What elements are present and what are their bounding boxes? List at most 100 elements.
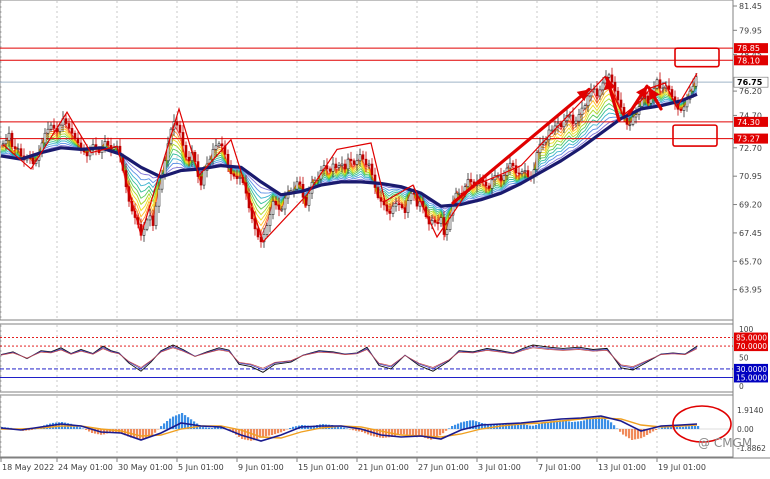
candle-body[interactable] xyxy=(535,152,539,170)
candle-body[interactable] xyxy=(511,162,515,166)
candle-body[interactable] xyxy=(145,219,149,230)
candle-body[interactable] xyxy=(691,85,695,92)
candle-body[interactable] xyxy=(187,156,191,162)
candle-body[interactable] xyxy=(343,163,347,170)
candle-body[interactable] xyxy=(43,132,47,144)
candle-body[interactable] xyxy=(586,95,590,106)
candle-body[interactable] xyxy=(517,172,521,175)
candle-body[interactable] xyxy=(352,160,356,165)
candle-body[interactable] xyxy=(328,168,332,172)
candle-body[interactable] xyxy=(502,175,506,181)
candle-body[interactable] xyxy=(157,188,161,207)
candle-body[interactable] xyxy=(175,121,179,126)
candle-body[interactable] xyxy=(574,120,578,124)
candle-body[interactable] xyxy=(394,203,398,207)
candle-body[interactable] xyxy=(331,163,335,172)
candle-body[interactable] xyxy=(7,132,11,141)
candle-body[interactable] xyxy=(370,163,374,176)
candle-body[interactable] xyxy=(151,215,155,226)
candle-body[interactable] xyxy=(433,220,437,223)
candle-body[interactable] xyxy=(103,141,107,148)
candle-body[interactable] xyxy=(337,165,341,168)
candle-body[interactable] xyxy=(13,146,17,149)
candle-body[interactable] xyxy=(361,154,365,160)
candle-body[interactable] xyxy=(661,87,665,90)
candle-body[interactable] xyxy=(235,175,239,179)
candle-body[interactable] xyxy=(52,124,56,129)
candle-body[interactable] xyxy=(628,124,632,126)
candle-body[interactable] xyxy=(610,74,614,83)
candle-body[interactable] xyxy=(304,196,308,206)
candle-body[interactable] xyxy=(265,225,269,235)
chart-canvas[interactable]: 81.4579.9578.4576.2074.7073.2072.7070.95… xyxy=(0,0,770,475)
candle-body[interactable] xyxy=(682,106,686,111)
candle-body[interactable] xyxy=(307,192,311,206)
candle-body[interactable] xyxy=(79,142,83,149)
candle-body[interactable] xyxy=(229,167,233,175)
candle-body[interactable] xyxy=(598,89,602,97)
candle-body[interactable] xyxy=(526,170,530,177)
candle-body[interactable] xyxy=(391,205,395,214)
candle-body[interactable] xyxy=(619,99,623,108)
candle-body[interactable] xyxy=(163,160,167,175)
candle-body[interactable] xyxy=(550,129,554,132)
candle-body[interactable] xyxy=(73,132,77,139)
candle-body[interactable] xyxy=(514,165,518,174)
candle-body[interactable] xyxy=(655,79,659,89)
candle-body[interactable] xyxy=(154,205,158,226)
candle-body[interactable] xyxy=(112,147,116,150)
candle-body[interactable] xyxy=(403,207,407,213)
candle-body[interactable] xyxy=(202,170,206,186)
candle-body[interactable] xyxy=(346,158,350,170)
candle-body[interactable] xyxy=(487,185,491,189)
candle-body[interactable] xyxy=(178,124,182,133)
macd-panel[interactable] xyxy=(0,394,734,458)
candle-body[interactable] xyxy=(58,124,62,132)
candle-body[interactable] xyxy=(214,145,218,150)
candle-body[interactable] xyxy=(508,162,512,169)
candle-body[interactable] xyxy=(439,217,443,224)
candle-body[interactable] xyxy=(523,170,527,173)
candle-body[interactable] xyxy=(46,128,50,134)
candle-body[interactable] xyxy=(367,163,371,166)
candle-body[interactable] xyxy=(406,200,410,213)
candle-body[interactable] xyxy=(457,192,461,195)
candle-body[interactable] xyxy=(580,107,584,115)
candle-body[interactable] xyxy=(520,171,524,175)
candle-body[interactable] xyxy=(577,114,581,122)
candle-body[interactable] xyxy=(568,114,572,117)
candle-body[interactable] xyxy=(19,148,23,157)
candle-body[interactable] xyxy=(181,132,185,146)
candle-body[interactable] xyxy=(292,188,296,192)
candle-body[interactable] xyxy=(694,76,698,87)
candle-body[interactable] xyxy=(388,210,392,214)
candle-body[interactable] xyxy=(295,181,299,190)
candle-body[interactable] xyxy=(445,229,449,235)
candle-body[interactable] xyxy=(373,174,377,188)
candle-body[interactable] xyxy=(334,163,338,168)
candle-body[interactable] xyxy=(385,204,389,212)
candle-body[interactable] xyxy=(70,128,74,134)
candle-body[interactable] xyxy=(283,197,287,210)
candle-body[interactable] xyxy=(274,201,278,206)
candle-body[interactable] xyxy=(268,214,272,226)
candle-body[interactable] xyxy=(85,151,89,157)
candle-body[interactable] xyxy=(49,124,53,130)
candle-body[interactable] xyxy=(412,192,416,195)
candle-body[interactable] xyxy=(271,201,275,215)
candle-body[interactable] xyxy=(499,175,503,181)
candle-body[interactable] xyxy=(583,105,587,109)
candle-body[interactable] xyxy=(64,118,68,124)
candle-body[interactable] xyxy=(625,117,629,125)
candle-body[interactable] xyxy=(76,137,80,144)
candle-body[interactable] xyxy=(484,181,488,187)
candle-body[interactable] xyxy=(469,179,473,183)
rsi-panel[interactable] xyxy=(0,323,734,393)
candle-body[interactable] xyxy=(148,215,152,221)
candle-body[interactable] xyxy=(217,143,221,147)
candle-body[interactable] xyxy=(355,160,359,165)
candle-body[interactable] xyxy=(634,114,638,118)
candle-body[interactable] xyxy=(358,154,362,162)
candle-body[interactable] xyxy=(220,143,224,147)
candle-body[interactable] xyxy=(616,90,620,101)
